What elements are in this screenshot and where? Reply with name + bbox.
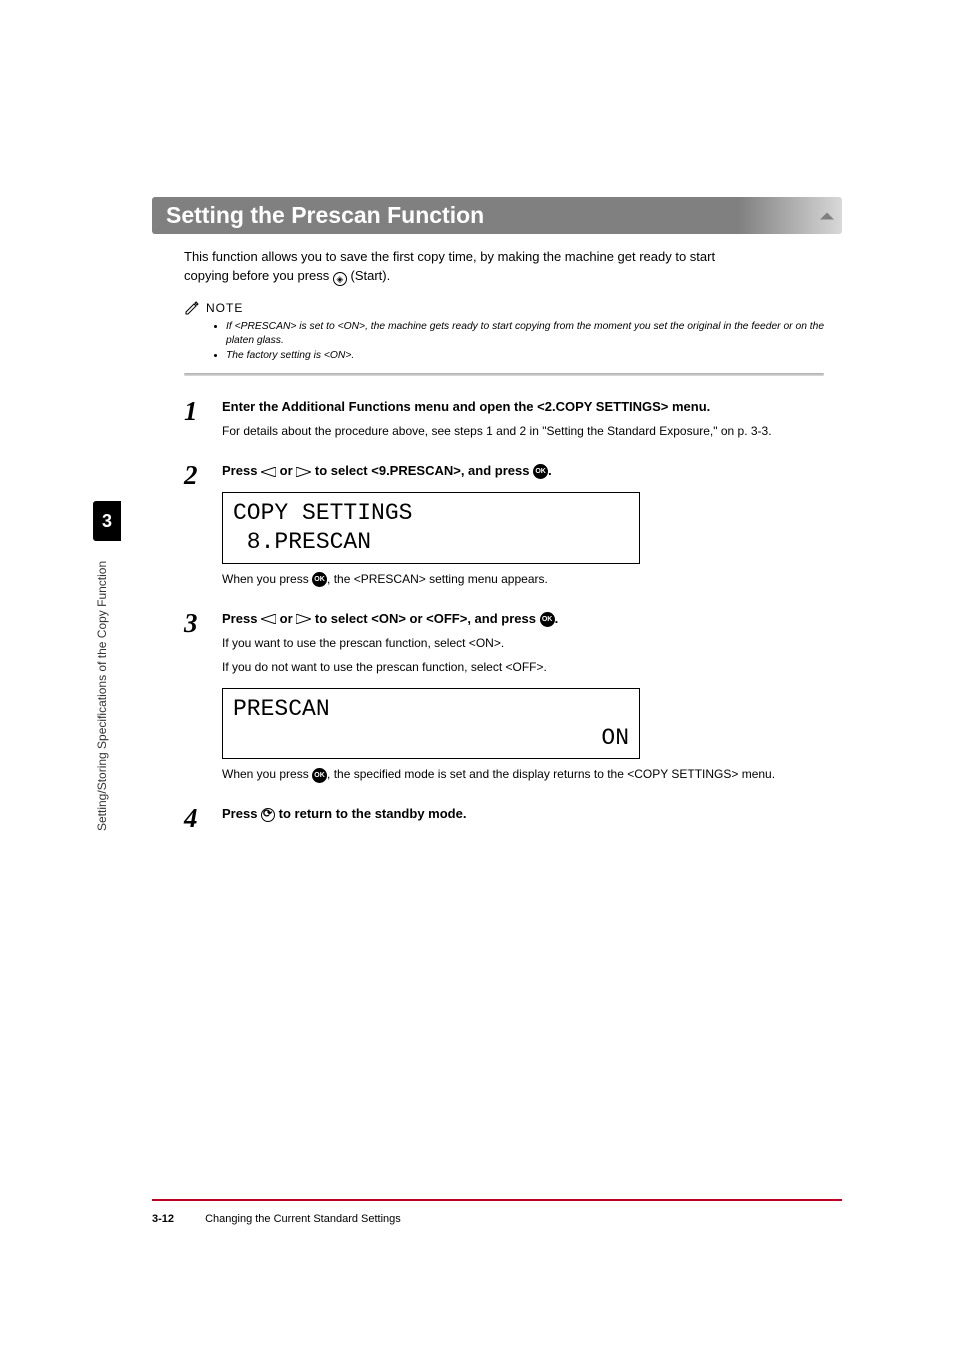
step-number-4: 4: [184, 805, 204, 832]
note-bullet-2: The factory setting is <ON>.: [226, 349, 842, 363]
separator-rule: [184, 373, 824, 376]
note-bullets: If <PRESCAN> is set to <ON>, the machine…: [212, 320, 842, 363]
note-bullet-1: If <PRESCAN> is set to <ON>, the machine…: [226, 320, 842, 349]
step-4: 4 Press to return to the standby mode.: [184, 805, 844, 832]
intro-paragraph: This function allows you to save the fir…: [184, 248, 824, 286]
step-1: 1 Enter the Additional Functions menu an…: [184, 398, 844, 440]
reset-icon: [261, 808, 275, 822]
step-number-1: 1: [184, 398, 204, 440]
left-arrow-icon: [261, 467, 276, 477]
step2-after-b: , the <PRESCAN> setting menu appears.: [327, 572, 548, 586]
footer-rule: [152, 1199, 842, 1201]
section-heading: Setting the Prescan Function: [152, 197, 842, 234]
lcd2-line2: 8.PRESCAN: [233, 529, 371, 555]
step2-text-d: .: [548, 463, 552, 478]
step3-after: When you press OK, the specified mode is…: [222, 765, 844, 783]
step2-text-b: or: [276, 463, 296, 478]
step2-instruction: Press or to select <9.PRESCAN>, and pres…: [222, 462, 844, 480]
page-number: 3-12: [152, 1213, 174, 1225]
step3-text-d: .: [555, 611, 559, 626]
chapter-tab: 3: [93, 501, 121, 541]
note-label: NOTE: [184, 300, 842, 316]
lcd3-right: ON: [601, 725, 629, 751]
lcd-display-step3: PRESCAN ON: [222, 688, 640, 760]
step-number-3: 3: [184, 610, 204, 784]
step-number-2: 2: [184, 462, 204, 588]
step3-instruction: Press or to select <ON> or <OFF>, and pr…: [222, 610, 844, 628]
intro-line1: This function allows you to save the fir…: [184, 249, 715, 264]
note-label-text: NOTE: [206, 301, 243, 315]
ok-button-icon: OK: [312, 768, 327, 783]
step4-instruction: Press to return to the standby mode.: [222, 805, 844, 823]
intro-line2a: copying before you press: [184, 268, 333, 283]
footer-title: Changing the Current Standard Settings: [205, 1213, 401, 1225]
step3-text-b: or: [276, 611, 296, 626]
step1-detail: For details about the procedure above, s…: [222, 422, 844, 440]
ok-button-icon: OK: [312, 572, 327, 587]
step3-after-b: , the specified mode is set and the disp…: [327, 767, 775, 781]
right-arrow-icon: [296, 614, 311, 624]
intro-line2b: (Start).: [347, 268, 390, 283]
lcd-display-step2: COPY SETTINGS 8.PRESCAN: [222, 492, 640, 564]
sidebar-vertical-label: Setting/Storing Specifications of the Co…: [95, 561, 109, 831]
note-block: NOTE If <PRESCAN> is set to <ON>, the ma…: [184, 300, 842, 363]
step4-text-a: Press: [222, 806, 261, 821]
step2-after: When you press OK, the <PRESCAN> setting…: [222, 570, 844, 588]
footer: 3-12 Changing the Current Standard Setti…: [152, 1213, 401, 1225]
step3-text-c: to select <ON> or <OFF>, and press: [311, 611, 539, 626]
ok-button-icon: OK: [533, 464, 548, 479]
page-content: Setting the Prescan Function This functi…: [152, 197, 842, 832]
step2-text-c: to select <9.PRESCAN>, and press: [311, 463, 533, 478]
step-3: 3 Press or to select <ON> or <OFF>, and …: [184, 610, 844, 784]
step2-text-a: Press: [222, 463, 261, 478]
left-arrow-icon: [261, 614, 276, 624]
step1-instruction: Enter the Additional Functions menu and …: [222, 398, 844, 416]
step4-text-b: to return to the standby mode.: [275, 806, 466, 821]
step2-after-a: When you press: [222, 572, 312, 586]
pencil-icon: [184, 300, 200, 316]
start-icon: ◈: [333, 272, 347, 286]
step3-detail2: If you do not want to use the prescan fu…: [222, 658, 844, 676]
lcd2-line1: COPY SETTINGS: [233, 500, 412, 526]
step3-text-a: Press: [222, 611, 261, 626]
right-arrow-icon: [296, 467, 311, 477]
ok-button-icon: OK: [540, 612, 555, 627]
step3-detail1: If you want to use the prescan function,…: [222, 634, 844, 652]
lcd3-left: PRESCAN: [233, 696, 330, 722]
step3-after-a: When you press: [222, 767, 312, 781]
step-2: 2 Press or to select <9.PRESCAN>, and pr…: [184, 462, 844, 588]
